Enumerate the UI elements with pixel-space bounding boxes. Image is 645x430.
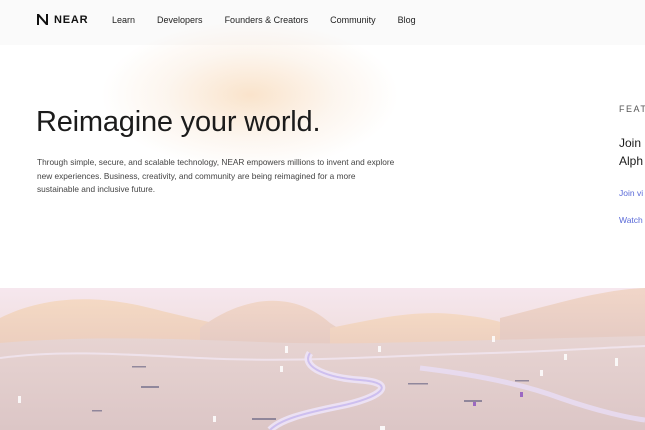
featured-title[interactable]: Join Alph: [619, 134, 645, 170]
near-logo[interactable]: NEAR: [36, 13, 88, 26]
featured-title-line-2: Alph: [619, 154, 644, 168]
featured-label: FEAT: [619, 104, 645, 114]
brand-name: NEAR: [54, 13, 89, 26]
hero-landscape-image: [0, 288, 645, 430]
near-logo-icon: [37, 14, 48, 25]
hero-glow-decoration: [100, 20, 400, 170]
featured-panel: FEAT Join Alph Join vi Watch: [619, 104, 645, 225]
nav-blog[interactable]: Blog: [398, 15, 416, 25]
featured-link-join[interactable]: Join vi: [619, 188, 645, 198]
desert-landscape-illustration: [0, 288, 645, 430]
hero-description: Through simple, secure, and scalable tec…: [37, 157, 395, 195]
featured-title-line-1: Join: [619, 136, 642, 150]
hero-title: Reimagine your world.: [36, 106, 321, 138]
featured-link-watch[interactable]: Watch: [619, 215, 645, 225]
